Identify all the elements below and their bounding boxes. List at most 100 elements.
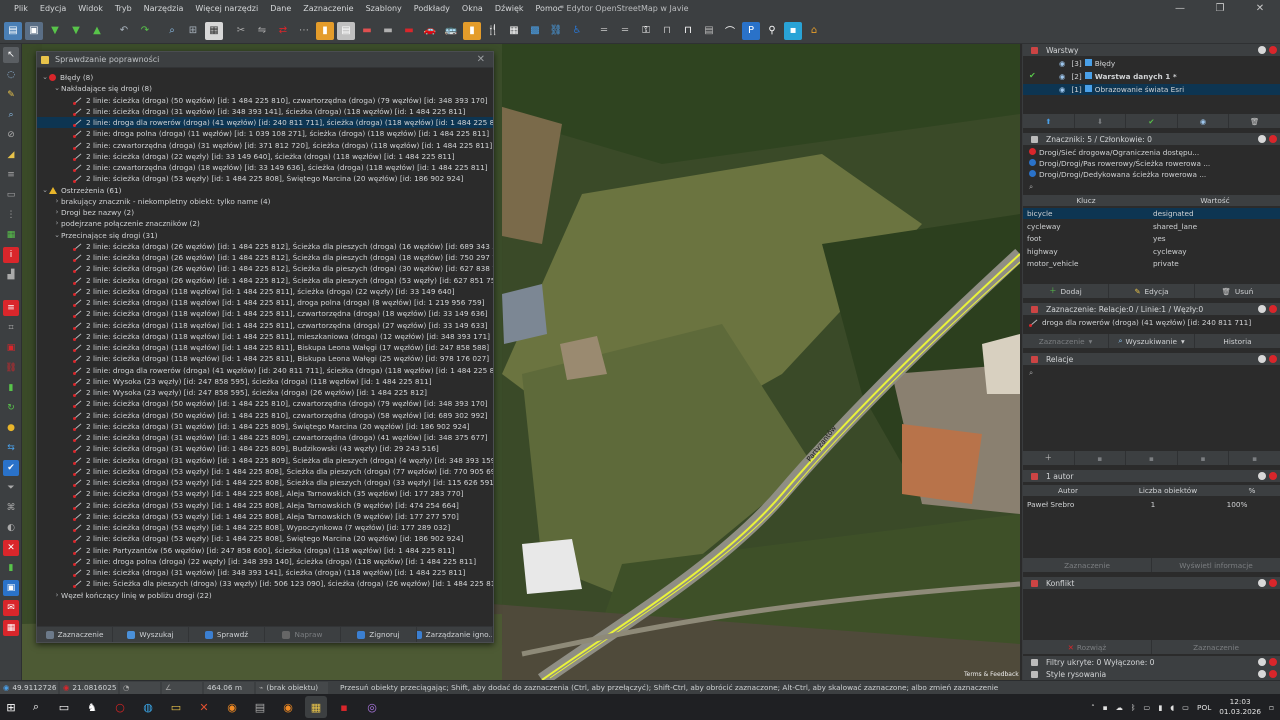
author-row[interactable]: Paweł Srebro 1 100% (1023, 499, 1280, 510)
layers-header[interactable]: Warstwy (1023, 44, 1280, 56)
chevron-down-icon[interactable]: ⌄ (53, 83, 61, 94)
validation-error-item[interactable]: 2 linie: Ścieżka dla pieszych (droga) (3… (37, 578, 493, 589)
panel-close-icon[interactable] (1269, 670, 1277, 678)
save-icon[interactable]: ▣ (25, 21, 43, 40)
key-icon[interactable]: ⚿ (637, 22, 655, 40)
layer-item[interactable]: ◉ [3] Błędy (1023, 58, 1280, 69)
lasso-mode-icon[interactable]: ◌ (3, 67, 19, 83)
selection-select-button[interactable]: Zaznaczenie ▾ (1023, 334, 1109, 348)
clock[interactable]: 12:03 01.03.2026 (1219, 697, 1261, 717)
delete-layer-icon[interactable]: 🗑 (1229, 114, 1280, 128)
delete-relation-icon[interactable]: ▪ (1178, 451, 1230, 465)
preferences-icon[interactable]: ▦ (205, 21, 223, 40)
visibility-icon[interactable]: ◉ (1059, 85, 1065, 94)
move-down-icon[interactable]: ⬇ (1075, 114, 1127, 128)
menu-item[interactable]: Szablony (360, 0, 408, 18)
validation-error-item[interactable]: 2 linie: ścieżka (droga) (53 węzły) [id:… (37, 466, 493, 477)
validation-error-item[interactable]: 2 linie: ścieżka (droga) (118 węzłów) [i… (37, 353, 493, 364)
validation-error-item[interactable]: 2 linie: ścieżka (droga) (50 węzłów) [id… (37, 95, 493, 106)
tag-search-icon[interactable]: ⌕ (1023, 181, 1280, 192)
panel-close-icon[interactable] (1269, 355, 1277, 363)
minimize-button[interactable]: — (1160, 0, 1200, 18)
panel-close-icon[interactable] (1269, 135, 1277, 143)
menu-item[interactable]: Zaznaczenie (297, 0, 359, 18)
restaurant-icon[interactable]: 🍴 (484, 22, 502, 40)
validation-error-item[interactable]: 2 linie: ścieżka (droga) (118 węzłów) [i… (37, 308, 493, 319)
validation-error-item[interactable]: 2 linie: ścieżka (droga) (50 węzłów) [id… (37, 410, 493, 421)
validation-error-item[interactable]: 2 linie: Wysoka (23 węzły) [id: 247 858 … (37, 376, 493, 387)
parallel-way-icon[interactable]: ≡ (3, 167, 19, 183)
validation-error-item[interactable]: 2 linie: ścieżka (droga) (31 węzłów) [id… (37, 443, 493, 454)
menu-item[interactable]: Edycja (34, 0, 72, 18)
activate-layer-icon[interactable]: ✔ (1126, 114, 1178, 128)
bluetooth-icon[interactable]: ᛒ (1131, 703, 1135, 712)
menu-item[interactable]: Dźwięk (489, 0, 530, 18)
validation-error-item[interactable]: 2 linie: ścieżka (droga) (26 węzłów) [id… (37, 241, 493, 252)
layer-item[interactable]: ◉ [2] Warstwa danych 1 * (1023, 71, 1280, 82)
panel-settings-icon[interactable] (1258, 355, 1266, 363)
relation-icon[interactable]: ⛓ (547, 22, 565, 40)
validation-error-item[interactable]: 2 linie: ścieżka (droga) (31 węzłów) [id… (37, 421, 493, 432)
validation-error-item[interactable]: 2 linie: czwartorzędna (droga) (18 węzłó… (37, 162, 493, 173)
split-way-icon[interactable]: ✂ (232, 22, 250, 40)
filters-header[interactable]: Filtry ukryte: 0 Wyłączone: 0 (1023, 656, 1280, 668)
validation-error-item[interactable]: 2 linie: ścieżka (droga) (53 węzły) [id:… (37, 511, 493, 522)
validation-error-item[interactable]: 2 linie: ścieżka (droga) (31 węzłów) [id… (37, 432, 493, 443)
chevron-right-icon[interactable]: › (53, 207, 61, 218)
pedestrian-icon[interactable]: ♿ (568, 22, 586, 40)
new-relation-icon[interactable]: ＋ (1023, 451, 1075, 465)
zarzadzanie-button[interactable]: Zarządzanie igno... (417, 627, 493, 642)
menu-item[interactable]: Tryb (109, 0, 138, 18)
parking-icon[interactable]: P (742, 21, 760, 40)
select-mode-icon[interactable]: ↖ (3, 47, 19, 63)
validation-error-item[interactable]: 2 linie: ścieżka (droga) (118 węzłów) [i… (37, 297, 493, 308)
relation-menu-icon[interactable]: ▪ (1229, 451, 1280, 465)
validation-group[interactable]: ⌄ Nakładające się drogi (8) (37, 83, 493, 94)
printer-icon[interactable]: ▭ (1143, 703, 1150, 712)
tags-panel-icon[interactable]: ⌗ (3, 320, 19, 336)
chevron-up-icon[interactable]: ˄ (1091, 703, 1095, 712)
menu-item[interactable]: Narzędzia (138, 0, 190, 18)
volume-icon[interactable]: ◖ (1170, 703, 1174, 712)
history-panel-icon[interactable]: ↻ (3, 400, 19, 416)
relation-search-icon[interactable]: ⌕ (1023, 367, 1280, 378)
imagery-panel-icon[interactable]: ▣ (3, 580, 19, 596)
bridge-icon[interactable]: ⌒ (721, 22, 739, 40)
improve-way-icon[interactable]: ◢ (3, 147, 19, 163)
upload-icon[interactable]: ▲ (88, 22, 106, 40)
redo-icon[interactable]: ↷ (136, 22, 154, 40)
layer-item[interactable]: ◉ [1] Obrazowanie świata Esri (1023, 84, 1280, 95)
edit-tag-button[interactable]: ✎ Edycja (1109, 284, 1195, 298)
author-panel-icon[interactable]: ▮ (3, 380, 19, 396)
selection-item[interactable]: droga dla rowerów (droga) (41 węzłów) [i… (1023, 317, 1280, 328)
mapillary-icon[interactable]: ▦ (3, 620, 19, 636)
zaznaczenie-button[interactable]: Zaznaczenie (37, 627, 113, 642)
validation-error-item[interactable]: 2 linie: ścieżka (droga) (53 węzły) [id:… (37, 477, 493, 488)
close-window-button[interactable]: ✕ (1240, 0, 1280, 18)
download-along-icon[interactable]: ▼ (67, 22, 85, 40)
draw-mode-icon[interactable]: ✎ (3, 87, 19, 103)
validator-header[interactable]: Sprawdzanie poprawności (37, 52, 493, 68)
validation-group[interactable]: ⌄ Ostrzeżenia (61) (37, 185, 493, 196)
panel-settings-icon[interactable] (1258, 305, 1266, 313)
validation-error-item[interactable]: 2 linie: ścieżka (droga) (31 węzłów) [id… (37, 567, 493, 578)
validation-error-item[interactable]: 2 linie: ścieżka (droga) (118 węzłów) [i… (37, 342, 493, 353)
validation-group[interactable]: ⌄ Błędy (8) (37, 72, 493, 83)
validation-group[interactable]: › Drogi bez nazwy (2) (37, 207, 493, 218)
validation-error-item[interactable]: 2 linie: ścieżka (droga) (53 węzły) [id:… (37, 173, 493, 184)
delete-mode-icon[interactable]: ⊘ (3, 127, 19, 143)
tag-row[interactable]: motor_vehicle private (1023, 258, 1280, 269)
selection-search-button[interactable]: ⌕ Wyszukiwanie ▾ (1109, 334, 1195, 348)
conflict-header[interactable]: Konflikt (1023, 577, 1280, 589)
validation-error-item[interactable]: 2 linie: ścieżka (droga) (53 węzły) [id:… (37, 533, 493, 544)
napraw-button[interactable]: Napraw (265, 627, 341, 642)
validation-error-item[interactable]: 2 linie: droga polna (droga) (11 węzłów)… (37, 128, 493, 139)
josm-icon[interactable]: ▦ (305, 696, 327, 718)
access-icon[interactable]: ▬ (358, 22, 376, 40)
delete-tag-button[interactable]: 🗑 Usuń (1195, 284, 1280, 298)
zoom-data-icon[interactable]: ⊞ (184, 22, 202, 40)
panel-settings-icon[interactable] (1258, 658, 1266, 666)
close-icon[interactable]: ✕ (477, 54, 485, 65)
opera-icon[interactable]: ○ (109, 696, 131, 718)
osm-notes-icon[interactable]: ✉ (3, 600, 19, 616)
